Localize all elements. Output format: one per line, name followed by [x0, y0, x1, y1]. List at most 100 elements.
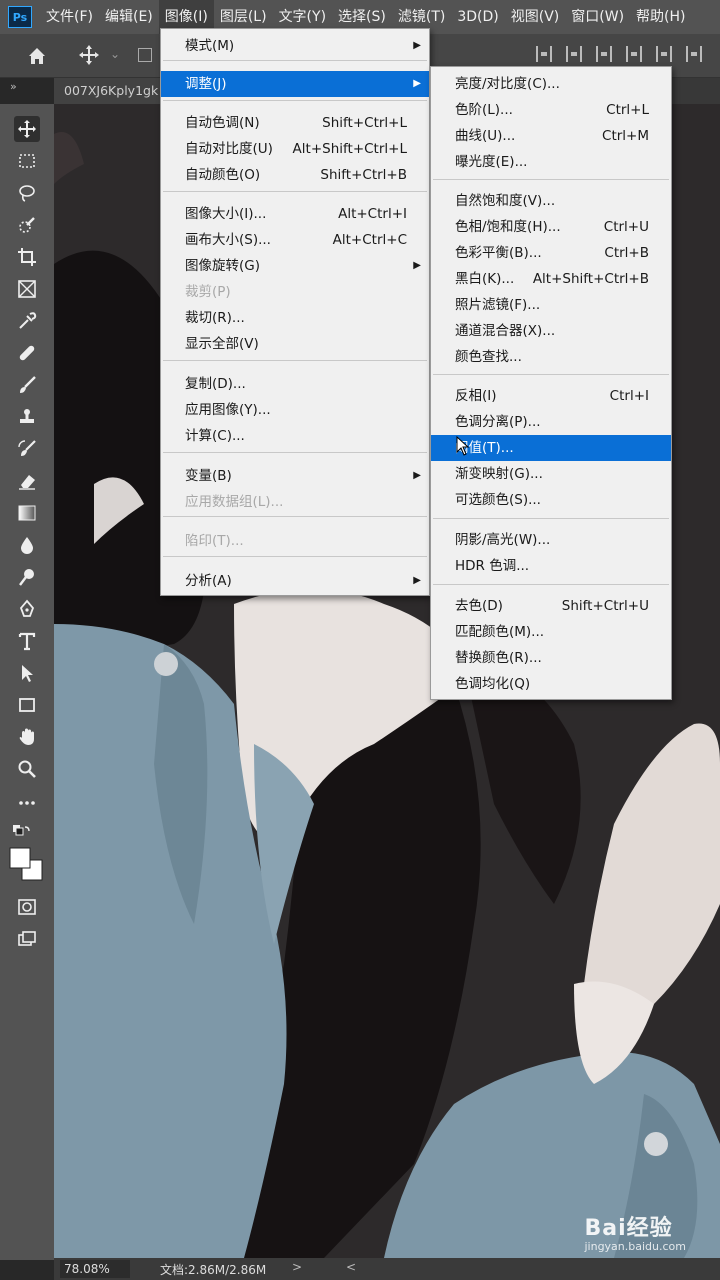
- auto-select-checkbox[interactable]: [138, 48, 152, 62]
- move-tool-option-icon[interactable]: [78, 44, 100, 66]
- menu-item-shortcut: Ctrl+U: [603, 219, 649, 235]
- status-menu-arrow-icon[interactable]: >: [292, 1260, 302, 1274]
- adjustments-menu-item[interactable]: 色相/饱和度(H)... Ctrl+U: [431, 214, 671, 240]
- gradient-tool-icon[interactable]: [14, 500, 40, 526]
- adjustments-menu-item[interactable]: 自然饱和度(V)...: [431, 188, 671, 214]
- menu-item-1[interactable]: 编辑(E): [99, 0, 159, 34]
- adjustments-menu-item[interactable]: 阴影/高光(W)...: [431, 527, 671, 553]
- image-menu-item[interactable]: 模式(M) ▶: [161, 33, 429, 59]
- rectangle-tool-icon[interactable]: [14, 692, 40, 718]
- image-menu-item[interactable]: 计算(C)...: [161, 423, 429, 449]
- home-icon[interactable]: [26, 45, 48, 67]
- crop-tool-icon[interactable]: [14, 244, 40, 270]
- menu-item-label: 曝光度(E)...: [455, 154, 528, 170]
- menu-separator: [163, 556, 427, 557]
- menu-item-8[interactable]: 视图(V): [505, 0, 566, 34]
- menu-item-0[interactable]: 文件(F): [40, 0, 99, 34]
- adjustments-menu-item[interactable]: 色彩平衡(B)... Ctrl+B: [431, 240, 671, 266]
- menu-item-label: 色相/饱和度(H)...: [455, 219, 561, 235]
- align-top-icon[interactable]: [626, 46, 642, 62]
- eraser-tool-icon[interactable]: [14, 468, 40, 494]
- blur-tool-icon[interactable]: [14, 532, 40, 558]
- adjustments-menu-item[interactable]: 通道混合器(X)...: [431, 318, 671, 344]
- collapse-arrows-icon[interactable]: »: [10, 80, 17, 93]
- adjustments-menu-item[interactable]: 曲线(U)... Ctrl+M: [431, 123, 671, 149]
- scroll-left-arrow-icon[interactable]: <: [346, 1260, 356, 1274]
- chevron-down-icon[interactable]: ⌄: [110, 47, 120, 61]
- image-menu-item[interactable]: 变量(B) ▶: [161, 463, 429, 489]
- lasso-tool-icon[interactable]: [14, 180, 40, 206]
- align-right-icon[interactable]: [596, 46, 612, 62]
- image-menu-item[interactable]: 分析(A) ▶: [161, 568, 429, 594]
- image-menu-item[interactable]: 复制(D)...: [161, 371, 429, 397]
- adjustments-menu-item[interactable]: 色调均化(Q): [431, 671, 671, 697]
- default-colors-icon[interactable]: [8, 820, 34, 846]
- image-menu-item: 应用数据组(L)...: [161, 489, 429, 515]
- align-bottom-icon[interactable]: [686, 46, 702, 62]
- type-tool-icon[interactable]: [14, 628, 40, 654]
- adjustments-menu-item[interactable]: 反相(I) Ctrl+I: [431, 383, 671, 409]
- image-menu-item[interactable]: 自动对比度(U) Alt+Shift+Ctrl+L: [161, 136, 429, 162]
- dodge-tool-icon[interactable]: [14, 564, 40, 590]
- pen-tool-icon[interactable]: [14, 596, 40, 622]
- image-menu-item[interactable]: 调整(J) ▶: [161, 71, 429, 97]
- align-left-icon[interactable]: [536, 46, 552, 62]
- align-middle-icon[interactable]: [656, 46, 672, 62]
- image-menu-item[interactable]: 显示全部(V): [161, 331, 429, 357]
- adjustments-menu-item[interactable]: 去色(D) Shift+Ctrl+U: [431, 593, 671, 619]
- menu-item-label: 模式(M): [185, 38, 235, 54]
- submenu-arrow-icon: ▶: [413, 40, 421, 51]
- align-center-icon[interactable]: [566, 46, 582, 62]
- adjustments-menu-item[interactable]: 亮度/对比度(C)...: [431, 71, 671, 97]
- image-menu-item[interactable]: 画布大小(S)... Alt+Ctrl+C: [161, 227, 429, 253]
- image-menu-item[interactable]: 裁切(R)...: [161, 305, 429, 331]
- adjustments-menu-item[interactable]: 黑白(K)... Alt+Shift+Ctrl+B: [431, 266, 671, 292]
- menu-item-9[interactable]: 窗口(W): [565, 0, 630, 34]
- clone-stamp-tool-icon[interactable]: [14, 404, 40, 430]
- foreground-background-color-swatches[interactable]: [8, 846, 46, 884]
- menu-item-label: 自动色调(N): [185, 115, 260, 131]
- adjustments-menu-item[interactable]: 渐变映射(G)...: [431, 461, 671, 487]
- submenu-arrow-icon: ▶: [413, 78, 421, 89]
- marquee-tool-icon[interactable]: [14, 148, 40, 174]
- image-menu-item[interactable]: 自动色调(N) Shift+Ctrl+L: [161, 110, 429, 136]
- menu-separator: [163, 516, 427, 517]
- adjustments-menu-item[interactable]: 可选颜色(S)...: [431, 487, 671, 513]
- menu-item-label: 亮度/对比度(C)...: [455, 76, 560, 92]
- screen-mode-icon[interactable]: [14, 926, 40, 952]
- document-tab[interactable]: 007XJ6Kply1gk: [54, 78, 174, 104]
- more-tools-icon[interactable]: [14, 790, 40, 816]
- brush-tool-icon[interactable]: [14, 372, 40, 398]
- zoom-field[interactable]: 78.08%: [60, 1260, 130, 1278]
- menu-item-label: 反相(I): [455, 388, 497, 404]
- adjustments-menu-item[interactable]: 色调分离(P)...: [431, 409, 671, 435]
- quick-select-tool-icon[interactable]: [14, 212, 40, 238]
- hand-tool-icon[interactable]: [14, 724, 40, 750]
- adjustments-menu-item[interactable]: HDR 色调...: [431, 553, 671, 579]
- image-menu-item[interactable]: 图像旋转(G) ▶: [161, 253, 429, 279]
- adjustments-menu-item[interactable]: 色阶(L)... Ctrl+L: [431, 97, 671, 123]
- menu-item-label: 渐变映射(G)...: [455, 466, 543, 482]
- image-menu-item[interactable]: 自动颜色(O) Shift+Ctrl+B: [161, 162, 429, 188]
- submenu-arrow-icon: ▶: [413, 470, 421, 481]
- image-menu-item[interactable]: 图像大小(I)... Alt+Ctrl+I: [161, 201, 429, 227]
- history-brush-tool-icon[interactable]: [14, 436, 40, 462]
- zoom-tool-icon[interactable]: [14, 756, 40, 782]
- adjustments-menu-item[interactable]: 替换颜色(R)...: [431, 645, 671, 671]
- frame-tool-icon[interactable]: [14, 276, 40, 302]
- adjustments-menu-item[interactable]: 匹配颜色(M)...: [431, 619, 671, 645]
- image-menu-item[interactable]: 应用图像(Y)...: [161, 397, 429, 423]
- move-tool-icon[interactable]: [14, 116, 40, 142]
- adjustments-menu-item[interactable]: 曝光度(E)...: [431, 149, 671, 175]
- menu-item-10[interactable]: 帮助(H): [630, 0, 691, 34]
- path-selection-tool-icon[interactable]: [14, 660, 40, 686]
- adjustments-menu-item[interactable]: 照片滤镜(F)...: [431, 292, 671, 318]
- menu-item-7[interactable]: 3D(D): [451, 0, 504, 34]
- healing-brush-tool-icon[interactable]: [14, 340, 40, 366]
- menu-item-label: 图像大小(I)...: [185, 206, 267, 222]
- menu-item-label: 替换颜色(R)...: [455, 650, 542, 666]
- adjustments-menu-item[interactable]: 颜色查找...: [431, 344, 671, 370]
- quick-mask-icon[interactable]: [14, 894, 40, 920]
- eyedropper-tool-icon[interactable]: [14, 308, 40, 334]
- menu-item-label: 图像旋转(G): [185, 258, 260, 274]
